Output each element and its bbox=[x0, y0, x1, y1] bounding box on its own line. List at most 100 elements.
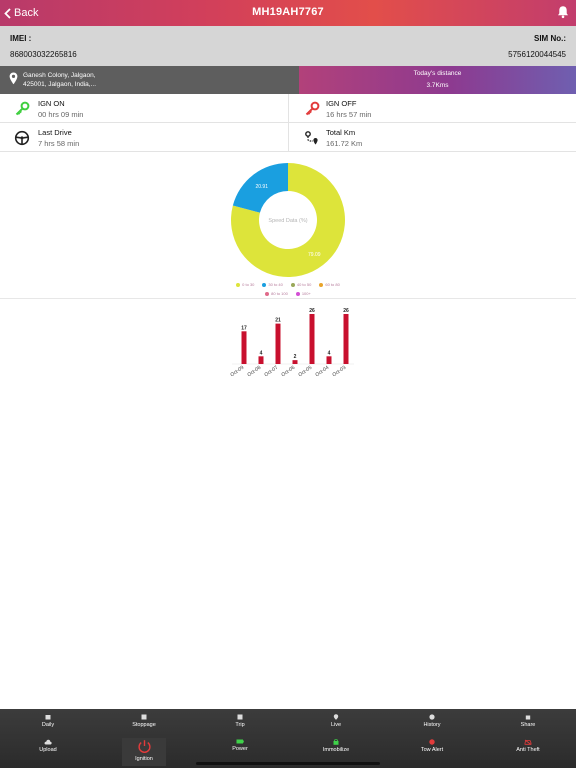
nav-power-label: Power bbox=[232, 746, 248, 752]
legend-label-2: 40 to 50 bbox=[296, 282, 312, 287]
legend-item-4[interactable]: 80 to 100 bbox=[265, 291, 288, 296]
imei-value: 868003032265816 bbox=[10, 50, 77, 59]
nav-immobilize[interactable]: Immobilize bbox=[306, 739, 366, 753]
nav-daily-label: Daily bbox=[41, 722, 55, 728]
nav-daily[interactable]: Daily bbox=[18, 714, 78, 728]
top-nav-bar: Back MH19AH7767 bbox=[0, 0, 576, 26]
total-km-label: Total Km bbox=[326, 128, 356, 137]
legend-dot-0 bbox=[236, 282, 241, 287]
stat-ign-on: IGN ON 00 hrs 09 min bbox=[0, 94, 288, 123]
calendar-icon bbox=[45, 715, 51, 720]
total-km-value: 161.72 Km bbox=[326, 139, 363, 148]
legend-item-0[interactable]: 0 to 30 bbox=[236, 282, 254, 287]
ignition-label: Ignition bbox=[135, 756, 153, 762]
nav-stoppage[interactable]: Stoppage bbox=[114, 714, 174, 728]
distance-panel: Today's distance 3.7Kms bbox=[299, 66, 576, 94]
key-green-icon bbox=[15, 101, 30, 116]
upload-cloud-icon bbox=[44, 739, 52, 745]
bar-6 bbox=[343, 314, 349, 364]
last-drive-value: 7 hrs 58 min bbox=[38, 139, 80, 148]
imei-label: IMEI : bbox=[10, 34, 32, 43]
daily-km-bar-chart: 17 Oct-09 4 Oct-08 21 Oct-07 2 Oct-06 26 Oct-05 4 O… bbox=[229, 308, 354, 379]
legend-label-0: 0 to 30 bbox=[242, 282, 255, 287]
legend-dot-3 bbox=[319, 282, 324, 287]
legend-item-3[interactable]: 60 to 80 bbox=[319, 282, 340, 287]
nav-history-label: History bbox=[423, 722, 441, 728]
trip-icon bbox=[237, 714, 243, 720]
donut-legend-row-2: 80 to 100 100+ bbox=[0, 291, 576, 297]
nav-live-label: Live bbox=[330, 722, 342, 728]
bar-category-label-1: Oct-08 bbox=[246, 365, 262, 379]
bar-0 bbox=[241, 331, 247, 364]
nav-trip-label: Trip bbox=[235, 722, 245, 728]
bar-3 bbox=[292, 360, 298, 364]
nav-trip[interactable]: Trip bbox=[210, 714, 270, 728]
address-panel[interactable]: Ganesh Colony, Jalgaon, 425001, Jalgaon,… bbox=[0, 66, 299, 94]
stat-total-km: Total Km 161.72 Km bbox=[288, 123, 576, 152]
bar-category-label-0: Oct-09 bbox=[229, 365, 245, 379]
address-line-1: Ganesh Colony, Jalgaon, bbox=[23, 72, 96, 79]
location-pin-icon bbox=[9, 72, 18, 85]
speed-donut-chart: 79.09 20.91 Speed Data (%) 0 to 30 30 to 40… bbox=[0, 158, 576, 298]
section-divider bbox=[0, 298, 576, 299]
bar-category-label-4: Oct-05 bbox=[297, 365, 313, 379]
nav-tow-alert[interactable]: Tow Alert bbox=[402, 739, 462, 753]
alert-red-icon bbox=[429, 739, 435, 745]
legend-item-2[interactable]: 40 to 50 bbox=[290, 282, 312, 287]
ign-on-label: IGN ON bbox=[38, 99, 65, 108]
sim-label: SIM No.: bbox=[534, 34, 566, 43]
legend-item-1[interactable]: 30 to 40 bbox=[262, 282, 283, 287]
legend-label-4: 80 to 100 bbox=[271, 291, 288, 296]
nav-anti-theft-label: Anti Theft bbox=[516, 747, 540, 753]
bar-1 bbox=[258, 356, 264, 364]
key-red-icon bbox=[305, 101, 320, 116]
legend-label-5: 100+ bbox=[301, 291, 311, 296]
donut-slice-label-1: 20.91 bbox=[255, 184, 268, 190]
legend-item-5[interactable]: 100+ bbox=[295, 291, 311, 296]
nav-stoppage-label: Stoppage bbox=[132, 722, 156, 728]
nav-upload[interactable]: Upload bbox=[18, 739, 78, 753]
bar-category-label-3: Oct-06 bbox=[280, 365, 296, 379]
nav-immobilize-label: Immobilize bbox=[322, 747, 350, 753]
ignition-button[interactable]: Ignition bbox=[122, 738, 166, 766]
lock-green-icon bbox=[333, 739, 339, 745]
bar-4 bbox=[309, 314, 315, 364]
nav-upload-label: Upload bbox=[39, 747, 57, 753]
donut-legend-row-1: 0 to 30 30 to 40 40 to 50 60 to 80 bbox=[0, 282, 576, 288]
sim-value: 5756120044545 bbox=[508, 50, 566, 59]
bar-value-label-1: 4 bbox=[260, 350, 263, 356]
nav-anti-theft[interactable]: Anti Theft bbox=[498, 739, 558, 753]
nav-power[interactable]: Power bbox=[210, 739, 270, 752]
bar-value-label-5: 4 bbox=[328, 350, 331, 356]
share-icon bbox=[525, 715, 531, 720]
nav-share[interactable]: Share bbox=[498, 714, 558, 728]
bottom-toolbar: Daily Stoppage Trip Live History Share U… bbox=[0, 709, 576, 768]
bar-value-label-3: 2 bbox=[294, 354, 297, 360]
legend-dot-5 bbox=[295, 291, 300, 296]
anti-theft-red-icon bbox=[524, 739, 532, 745]
stoppage-icon bbox=[141, 714, 147, 720]
donut-slice-label-0: 79.09 bbox=[308, 252, 321, 258]
distance-label: Today's distance bbox=[413, 70, 462, 77]
bar-value-label-4: 26 bbox=[309, 308, 315, 314]
page-title: MH19AH7767 bbox=[252, 6, 324, 18]
distance-value: 3.7Kms bbox=[426, 82, 449, 89]
battery-green-icon bbox=[236, 739, 244, 744]
nav-share-label: Share bbox=[520, 722, 536, 728]
nav-tow-alert-label: Tow Alert bbox=[420, 747, 444, 753]
nav-history[interactable]: History bbox=[402, 714, 462, 728]
last-drive-label: Last Drive bbox=[38, 128, 72, 137]
address-line-2: 425001, Jalgaon, India,... bbox=[23, 81, 97, 88]
legend-dot-1 bbox=[262, 282, 267, 287]
bar-2 bbox=[275, 323, 281, 364]
legend-dot-4 bbox=[265, 291, 270, 296]
bell-icon[interactable] bbox=[556, 5, 570, 19]
power-red-icon bbox=[137, 740, 151, 753]
legend-dot-2 bbox=[290, 282, 295, 287]
stat-ign-off: IGN OFF 16 hrs 57 min bbox=[288, 94, 576, 123]
nav-live[interactable]: Live bbox=[306, 714, 366, 728]
history-icon bbox=[429, 714, 435, 720]
ign-off-value: 16 hrs 57 min bbox=[326, 110, 372, 119]
home-indicator bbox=[196, 762, 380, 765]
ign-on-value: 00 hrs 09 min bbox=[38, 110, 84, 119]
